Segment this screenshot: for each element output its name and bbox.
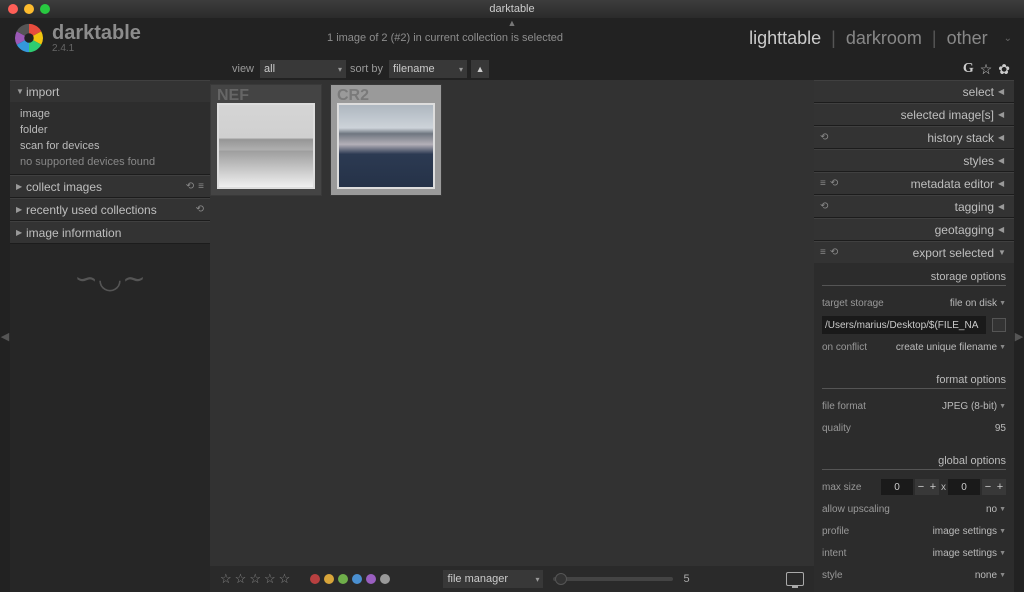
star-icon[interactable]: ☆ (264, 571, 276, 587)
minimize-window-button[interactable] (24, 4, 34, 14)
group-icon[interactable]: G (963, 61, 974, 78)
module-metadata-header[interactable]: ≡⟲metadata editor◀ (814, 172, 1014, 194)
selection-status: 1 image of 2 (#2) in current collection … (141, 32, 749, 44)
presets-icon[interactable]: ≡ (198, 181, 204, 192)
export-path-input[interactable]: /Users/marius/Desktop/$(FILE_NA (822, 316, 986, 334)
export-format-section: format options (822, 360, 1006, 389)
module-select-header[interactable]: select◀ (814, 80, 1014, 102)
view-filter-label: view (232, 63, 254, 75)
dec-height[interactable]: − (982, 479, 994, 495)
layout-dropdown[interactable]: file manager▾ (443, 570, 543, 588)
thumbnail-image (217, 103, 315, 189)
star-icon[interactable]: ☆ (235, 571, 247, 587)
collapse-top-panel-handle[interactable]: ▲ (508, 18, 517, 28)
filetype-badge: NEF (211, 85, 321, 103)
import-image[interactable]: image (16, 106, 204, 122)
bottom-toolbar: ☆☆☆☆☆ file manager▾ 5 (210, 566, 814, 592)
module-styles-header[interactable]: styles◀ (814, 149, 1014, 171)
module-recent-header[interactable]: ▶recently used collections⟲ (10, 198, 210, 220)
sort-dropdown[interactable]: filename▾ (389, 60, 467, 78)
reset-icon[interactable]: ⟲ (820, 132, 828, 143)
import-scan[interactable]: scan for devices (16, 138, 204, 154)
lighttable-grid[interactable]: NEF CR2 ☆☆☆☆☆ file manager▾ 5 (210, 80, 814, 592)
star-overlay-icon[interactable]: ☆ (980, 61, 993, 78)
module-collect-header[interactable]: ▶collect images⟲≡ (10, 175, 210, 197)
module-imageinfo-header[interactable]: ▶image information (10, 221, 210, 243)
profile-dropdown[interactable]: image settings▼ (933, 526, 1006, 537)
max-width-input[interactable] (881, 479, 913, 495)
zoom-value: 5 (683, 573, 689, 585)
zoom-slider[interactable] (553, 577, 673, 581)
inc-height[interactable]: + (994, 479, 1006, 495)
star-icon[interactable]: ☆ (220, 571, 232, 587)
format-dropdown[interactable]: JPEG (8-bit)▼ (942, 401, 1006, 412)
module-tagging-header[interactable]: ⟲tagging◀ (814, 195, 1014, 217)
export-panel: storage options target storagefile on di… (814, 263, 1014, 592)
view-filter-dropdown[interactable]: all▾ (260, 60, 346, 78)
reset-icon[interactable]: ⟲ (830, 247, 838, 258)
quality-value[interactable]: 95 (995, 423, 1006, 434)
zoom-window-button[interactable] (40, 4, 50, 14)
color-labels (310, 574, 390, 584)
export-storage-section: storage options (822, 269, 1006, 286)
brand-name: darktable (52, 22, 141, 45)
conflict-dropdown[interactable]: create unique filename▼ (896, 342, 1006, 353)
filter-toolbar: view all▾ sort by filename▾ ▲ G ☆ ✿ (0, 58, 1024, 80)
export-global-section: global options (822, 441, 1006, 470)
target-storage-dropdown[interactable]: file on disk▼ (950, 298, 1006, 309)
macos-titlebar: darktable (0, 0, 1024, 18)
inc-width[interactable]: + (927, 479, 939, 495)
reset-icon[interactable]: ⟲ (820, 201, 828, 212)
close-window-button[interactable] (8, 4, 18, 14)
display-profile-icon[interactable] (786, 572, 804, 586)
max-height-input[interactable] (948, 479, 980, 495)
module-geotag-header[interactable]: geotagging◀ (814, 218, 1014, 240)
collapse-right-handle[interactable]: ▶ (1014, 80, 1024, 592)
dec-width[interactable]: − (915, 479, 927, 495)
color-label-dot[interactable] (380, 574, 390, 584)
upscale-dropdown[interactable]: no▼ (986, 504, 1006, 515)
module-export-header[interactable]: ≡⟲export selected▼ (814, 241, 1014, 263)
thumbnail[interactable]: NEF (210, 84, 322, 196)
settings-gear-icon[interactable]: ✿ (998, 61, 1010, 78)
star-icon[interactable]: ☆ (279, 571, 291, 587)
right-panel: select◀ selected image[s]◀ ⟲history stac… (814, 80, 1014, 592)
import-folder[interactable]: folder (16, 122, 204, 138)
view-darkroom[interactable]: darkroom (846, 28, 922, 49)
rating-stars[interactable]: ☆☆☆☆☆ (220, 571, 290, 587)
reset-icon[interactable]: ⟲ (196, 204, 204, 215)
views-menu-caret[interactable]: ⌄ (1004, 33, 1012, 44)
view-lighttable[interactable]: lighttable (749, 28, 821, 49)
module-selectedimages-header[interactable]: selected image[s]◀ (814, 103, 1014, 125)
view-other[interactable]: other (947, 28, 988, 49)
filetype-badge: CR2 (331, 85, 441, 103)
color-label-dot[interactable] (366, 574, 376, 584)
darktable-logo (12, 21, 46, 55)
reset-icon[interactable]: ⟲ (186, 181, 194, 192)
module-import-header[interactable]: ▼import (10, 80, 210, 102)
star-icon[interactable]: ☆ (249, 571, 261, 587)
thumbnail-selected[interactable]: CR2 (330, 84, 442, 196)
intent-dropdown[interactable]: image settings▼ (933, 548, 1006, 559)
collapse-left-handle[interactable]: ◀ (0, 80, 10, 592)
sort-direction-button[interactable]: ▲ (471, 60, 489, 78)
sort-label: sort by (350, 63, 383, 75)
left-panel: ▼import image folder scan for devices no… (10, 80, 210, 592)
presets-icon[interactable]: ≡ (820, 247, 826, 258)
presets-icon[interactable]: ≡ (820, 178, 826, 189)
style-dropdown[interactable]: none▼ (975, 570, 1006, 581)
window-title: darktable (489, 3, 534, 15)
thumbnail-image (337, 103, 435, 189)
color-label-dot[interactable] (352, 574, 362, 584)
module-history-header[interactable]: ⟲history stack◀ (814, 126, 1014, 148)
color-label-dot[interactable] (338, 574, 348, 584)
import-nodevices: no supported devices found (16, 154, 204, 170)
brand-version: 2.4.1 (52, 43, 141, 54)
panel-ornament: ∽◡∼ (10, 244, 210, 313)
reset-icon[interactable]: ⟲ (830, 178, 838, 189)
color-label-dot[interactable] (324, 574, 334, 584)
browse-path-button[interactable] (992, 318, 1006, 332)
color-label-dot[interactable] (310, 574, 320, 584)
